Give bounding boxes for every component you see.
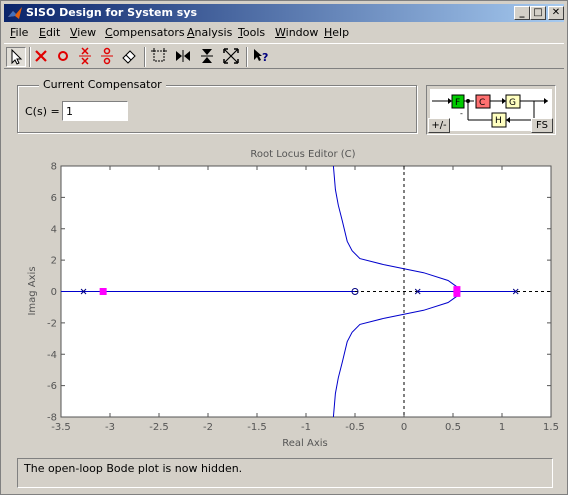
- svg-text:-: -: [460, 109, 463, 118]
- menu-analysis[interactable]: Analysis: [187, 26, 232, 39]
- svg-text:G: G: [509, 98, 516, 108]
- closed-loop-pole: [99, 288, 107, 295]
- pointer-icon[interactable]: [6, 47, 26, 67]
- svg-text:F: F: [455, 98, 460, 108]
- svg-text:?: ?: [262, 51, 268, 64]
- title-bar[interactable]: SISO Design for System sys _ □ ✕: [4, 4, 564, 22]
- menu-help[interactable]: Help: [324, 26, 349, 39]
- delete-pole-icon[interactable]: [32, 47, 52, 67]
- x-tick-label: -1.5: [247, 422, 267, 433]
- toolbar: ?: [4, 43, 564, 69]
- menu-tools[interactable]: Tools: [238, 26, 265, 39]
- x-axis-label: Real Axis: [282, 438, 327, 449]
- y-tick-label: 0: [51, 287, 57, 298]
- x-tick-label: -3: [105, 422, 115, 433]
- cs-label: C(s) =: [25, 105, 60, 118]
- x-tick-label: 0: [401, 422, 407, 433]
- zoom-x-icon[interactable]: [174, 47, 194, 67]
- toolbar-separator: [246, 47, 248, 67]
- toolbar-separator: [144, 47, 146, 67]
- y-tick-label: -2: [47, 318, 57, 329]
- root-locus-plot[interactable]: Root Locus Editor (C) -3.5 -3 -2.5 -2 -1.5 -1…: [1, 141, 568, 456]
- menu-file[interactable]: File: [10, 26, 28, 39]
- matlab-logo-icon: [8, 7, 22, 19]
- sign-toggle-button[interactable]: +/-: [428, 118, 450, 133]
- svg-text:C: C: [479, 98, 485, 108]
- close-button[interactable]: ✕: [548, 6, 564, 20]
- closed-loop-pole: [453, 289, 461, 297]
- add-complex-zero-icon[interactable]: [98, 47, 118, 67]
- plot-title: Root Locus Editor (C): [250, 149, 355, 160]
- window-title: SISO Design for System sys: [26, 6, 198, 19]
- y-axis-label: Imag Axis: [27, 266, 38, 315]
- x-tick-label: -2: [203, 422, 213, 433]
- y-tick-label: 2: [51, 256, 57, 267]
- x-tick-label: 1: [499, 422, 505, 433]
- y-tick-label: 6: [51, 193, 57, 204]
- x-tick-label: -0.5: [345, 422, 365, 433]
- x-tick-label: 0.5: [445, 422, 461, 433]
- x-tick-label: -2.5: [149, 422, 169, 433]
- maximize-button[interactable]: □: [530, 6, 546, 20]
- menu-compensators[interactable]: Compensators: [105, 26, 185, 39]
- x-tick-label: -3.5: [51, 422, 71, 433]
- menu-view[interactable]: View: [70, 26, 96, 39]
- eraser-icon[interactable]: [120, 47, 140, 67]
- add-zero-icon[interactable]: [54, 47, 74, 67]
- status-bar: The open-loop Bode plot is now hidden.: [17, 458, 553, 488]
- x-tick-label: 1.5: [543, 422, 559, 433]
- siso-design-window: SISO Design for System sys _ □ ✕ File Ed…: [0, 0, 568, 495]
- current-compensator-legend: Current Compensator: [39, 78, 166, 91]
- compensator-input[interactable]: [62, 101, 128, 121]
- y-tick-label: 8: [51, 162, 57, 173]
- zoom-fit-icon[interactable]: [222, 47, 242, 67]
- status-message: The open-loop Bode plot is now hidden.: [24, 462, 243, 475]
- toolbar-separator: [29, 47, 31, 67]
- x-tick-label: -1: [301, 422, 311, 433]
- y-tick-label: -6: [47, 381, 57, 392]
- y-tick-label: 4: [51, 224, 57, 235]
- fs-button[interactable]: FS: [531, 118, 553, 133]
- menu-window[interactable]: Window: [275, 26, 318, 39]
- add-complex-pole-icon[interactable]: [76, 47, 96, 67]
- menu-bar: File Edit View Compensators Analysis Too…: [4, 23, 564, 42]
- svg-text:H: H: [495, 116, 502, 126]
- zoom-box-icon[interactable]: [150, 47, 170, 67]
- y-tick-label: -8: [47, 413, 57, 424]
- feedback-structure-diagram[interactable]: F - C G H +/- FS: [426, 85, 556, 135]
- minimize-button[interactable]: _: [514, 6, 530, 20]
- menu-edit[interactable]: Edit: [39, 26, 60, 39]
- whats-this-help-icon[interactable]: ?: [252, 47, 272, 67]
- zoom-y-icon[interactable]: [198, 47, 218, 67]
- y-tick-label: -4: [47, 350, 57, 361]
